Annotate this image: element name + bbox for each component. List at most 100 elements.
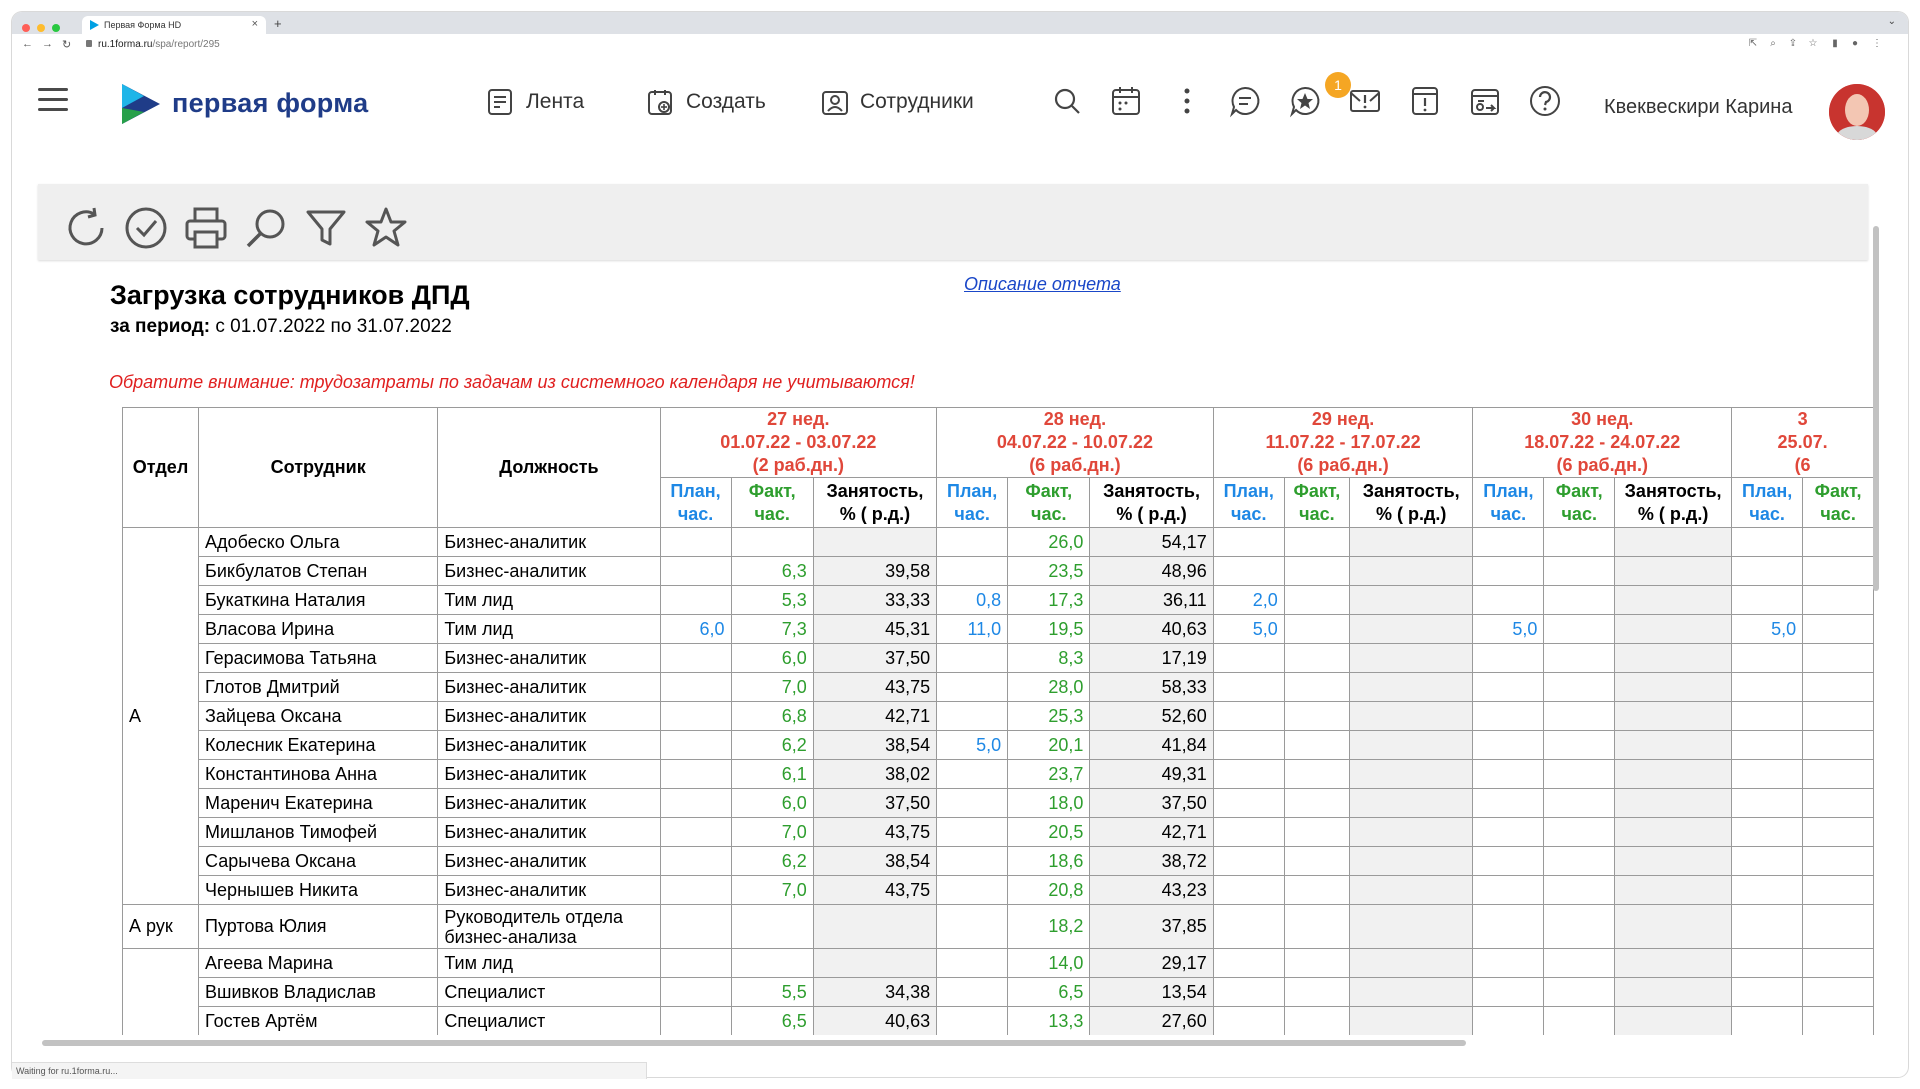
refresh-icon[interactable] — [64, 206, 108, 250]
nav-create[interactable]: Создать — [646, 84, 766, 120]
fact-cell — [1283, 977, 1351, 1007]
bookmark-star-icon[interactable]: ☆ — [1808, 39, 1818, 49]
tab-list-chevron-icon[interactable]: ⌄ — [1888, 16, 1896, 27]
close-window-button[interactable] — [22, 24, 30, 32]
minimize-window-button[interactable] — [37, 24, 45, 32]
close-tab-icon[interactable]: × — [252, 18, 258, 30]
profile-icon[interactable]: ● — [1850, 39, 1860, 49]
table-row: Агеева Марина Тим лид 14,0 29,17 — [122, 948, 1874, 1035]
back-icon[interactable]: ← — [22, 38, 33, 50]
employee-cell[interactable]: Колесник Екатерина — [198, 730, 439, 760]
employee-cell[interactable]: Зайцева Оксана — [198, 701, 439, 731]
fact-cell — [1283, 672, 1351, 702]
mail-alert-icon[interactable] — [1348, 84, 1382, 118]
avatar[interactable] — [1829, 84, 1885, 140]
plan-cell — [936, 788, 1009, 818]
reload-icon[interactable]: ↻ — [62, 38, 71, 51]
check-icon[interactable] — [124, 206, 168, 250]
calendar-icon[interactable] — [1109, 84, 1143, 118]
employee-cell[interactable]: Глотов Дмитрий — [198, 672, 439, 702]
fact-cell: 20,5 — [1007, 817, 1091, 847]
open-external-icon[interactable]: ⇱ — [1748, 39, 1758, 49]
table-row: Вшивков Владислав Специалист 5,5 34,38 6,5 13… — [123, 977, 1874, 1007]
report-toolbar — [38, 184, 1868, 260]
fact-cell: 18,6 — [1007, 846, 1091, 876]
occupancy-cell — [1349, 730, 1474, 760]
table-row: Маренич Екатерина Бизнес-аналитик 6,0 37,50… — [123, 788, 1874, 818]
fact-cell: 6,0 — [730, 788, 814, 818]
employee-cell[interactable]: Адобеско Ольга — [198, 527, 439, 557]
plan-cell — [1731, 701, 1804, 731]
column-header-plan-line: час. — [677, 503, 714, 524]
forward-icon[interactable]: → — [42, 38, 53, 50]
employee-cell[interactable]: Пуртова Юлия — [198, 904, 439, 949]
fact-cell: 19,5 — [1007, 614, 1091, 644]
column-header-plan: План, час. — [936, 477, 1009, 528]
column-header-fact-line: Факт, — [1025, 480, 1073, 501]
share-icon[interactable]: ⇪ — [1788, 39, 1798, 49]
browser-status: Waiting for ru.1forma.ru... — [12, 1062, 647, 1079]
chat-icon[interactable] — [1228, 84, 1262, 118]
position-cell: Тим лид — [437, 614, 661, 644]
user-name[interactable]: Квеквескири Карина — [1604, 96, 1792, 119]
browser-tab[interactable]: Первая Форма HD × — [82, 16, 266, 34]
occupancy-cell — [1614, 875, 1733, 905]
print-icon[interactable] — [184, 206, 228, 250]
plan-cell — [659, 817, 732, 847]
employee-cell[interactable]: Маренич Екатерина — [198, 788, 439, 818]
sidebar-icon[interactable]: ▮ — [1830, 39, 1840, 49]
zoom-icon[interactable]: ⌕ — [1768, 39, 1778, 49]
horizontal-scrollbar[interactable] — [42, 1039, 1882, 1047]
employee-cell[interactable]: Герасимова Татьяна — [198, 643, 439, 673]
week-header: 3 25.07. (6 — [1731, 407, 1874, 478]
help-icon[interactable] — [1528, 84, 1562, 118]
occupancy-cell: 43,23 — [1089, 875, 1214, 905]
week-header-range: 25.07. — [1777, 432, 1828, 452]
plan-cell — [659, 904, 732, 949]
search-report-icon[interactable] — [244, 206, 288, 250]
employee-cell[interactable]: Агеева Марина — [198, 948, 439, 978]
plan-cell — [1472, 556, 1545, 586]
employee-cell[interactable]: Бикбулатов Степан — [198, 556, 439, 586]
column-header-fact: Факт, час. — [1007, 477, 1091, 528]
favorites-chat-icon[interactable] — [1288, 84, 1322, 118]
employee-cell[interactable]: Вшивков Владислав — [198, 977, 439, 1007]
employee-cell[interactable]: Чернышев Никита — [198, 875, 439, 905]
create-icon — [648, 90, 672, 115]
plan-cell — [1212, 527, 1285, 557]
hamburger-menu-icon[interactable] — [38, 88, 68, 118]
alert-icon[interactable] — [1408, 84, 1442, 118]
plan-cell — [1731, 643, 1804, 673]
fact-cell: 5,5 — [730, 977, 814, 1007]
fact-cell — [1543, 846, 1616, 876]
search-icon[interactable] — [1050, 84, 1084, 118]
employee-cell[interactable]: Мишланов Тимофей — [198, 817, 439, 847]
new-tab-button[interactable]: + — [274, 16, 282, 31]
vertical-scrollbar[interactable] — [1872, 226, 1880, 1036]
transfer-icon[interactable] — [1468, 84, 1502, 118]
employee-cell[interactable]: Власова Ирина — [198, 614, 439, 644]
fact-cell — [1283, 875, 1351, 905]
plan-cell — [1731, 817, 1804, 847]
nav-feed[interactable]: Лента — [486, 84, 584, 120]
employee-cell[interactable]: Сарычева Оксана — [198, 846, 439, 876]
fact-cell — [1283, 759, 1351, 789]
plan-cell — [1731, 948, 1804, 978]
employee-cell[interactable]: Букаткина Наталия — [198, 585, 439, 615]
favorite-star-icon[interactable] — [364, 206, 408, 250]
occupancy-cell: 42,71 — [812, 701, 938, 731]
nav-employees[interactable]: Сотрудники — [820, 84, 974, 120]
browser-menu-icon[interactable]: ⋮ — [1872, 39, 1882, 49]
employee-cell[interactable]: Гостев Артём — [198, 1006, 439, 1035]
report-description-link[interactable]: Описание отчета — [964, 274, 1121, 295]
vertical-scrollbar-thumb[interactable] — [1873, 226, 1879, 591]
plan-cell — [1472, 759, 1545, 789]
employee-cell[interactable]: Константинова Анна — [198, 759, 439, 789]
maximize-window-button[interactable] — [52, 24, 60, 32]
url-field[interactable]: ru.1forma.ru/spa/report/295 — [98, 39, 220, 50]
fact-cell: 17,3 — [1007, 585, 1091, 615]
more-vertical-icon[interactable] — [1170, 84, 1204, 118]
column-header-occupancy: Занятость,% ( р.д.) — [812, 477, 938, 528]
horizontal-scrollbar-thumb[interactable] — [42, 1040, 1466, 1046]
filter-icon[interactable] — [304, 206, 348, 250]
